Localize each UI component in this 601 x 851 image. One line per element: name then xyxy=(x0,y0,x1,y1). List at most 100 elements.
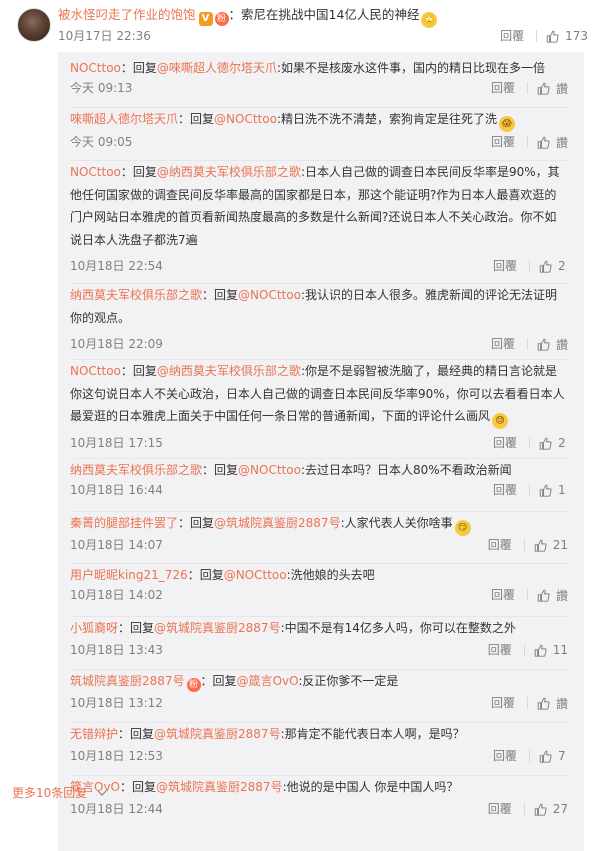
reply-username[interactable]: NOCttoo xyxy=(70,165,121,179)
thumbs-up-icon[interactable] xyxy=(539,484,552,497)
reply-time: 今天 09:13 xyxy=(70,81,133,95)
reply-button[interactable]: 回覆 xyxy=(488,642,512,658)
thumbs-up-icon[interactable] xyxy=(537,589,550,602)
reply-button[interactable]: 回覆 xyxy=(488,537,512,553)
reply-item: 用户昵昵king21_726：回复@NOCttoo:洗他娘的头去吧 10月18日 … xyxy=(70,564,568,617)
reply-button[interactable]: 回覆 xyxy=(491,80,515,96)
thumbs-up-icon[interactable] xyxy=(537,338,550,351)
like-count: 讚 xyxy=(555,588,568,603)
reply-mention[interactable]: @NOCttoo xyxy=(238,463,301,477)
reply-username[interactable]: 用户昵昵king21_726 xyxy=(70,568,188,582)
main-actions: 回覆 173 xyxy=(500,28,588,44)
reply-mention[interactable]: @筑城院真鉴厨2887号 xyxy=(214,516,341,530)
thumbs-up-icon[interactable] xyxy=(537,136,550,149)
like-count: 27 xyxy=(552,802,568,816)
like-count: 2 xyxy=(558,436,566,450)
verified-badge-icon: V xyxy=(198,12,213,26)
main-username[interactable]: 被水怪叼走了作业的饱饱 xyxy=(58,7,196,22)
reply-item: 无错辩护：回复@筑城院真鉴厨2887号:那肯定不能代表日本人啊，是吗？ 10月18… xyxy=(70,723,568,776)
reply-meta: 10月18日 13:12 回覆 讚 xyxy=(70,695,568,711)
reply-item: 唻嘶超人德尔塔天爪：回复@NOCttoo:精日洗不洗不清楚，索狗肯定是往死了洗 😱… xyxy=(70,108,568,161)
reply-button[interactable]: 回覆 xyxy=(491,336,515,352)
reply-username[interactable]: 唻嘶超人德尔塔天爪 xyxy=(70,112,178,126)
like-count: 11 xyxy=(552,643,568,657)
reply-meta: 10月18日 14:02 回覆 讚 xyxy=(70,587,568,603)
main-comment-line: 被水怪叼走了作业的饱饱 V 粉：索尼在挑战中国14亿人民的神经 🙄 xyxy=(58,6,438,28)
reply-prefix: ：回复 xyxy=(120,780,157,794)
reply-prefix: ：回复 xyxy=(187,568,224,582)
reply-username[interactable]: 筑城院真鉴厨2887号 xyxy=(70,674,185,688)
action-divider xyxy=(536,30,538,42)
reply-mention[interactable]: @唻嘶超人德尔塔天爪 xyxy=(157,61,277,75)
action-divider xyxy=(526,338,528,350)
reply-button[interactable]: 回覆 xyxy=(493,748,517,764)
reply-text: 无错辩护：回复@筑城院真鉴厨2887号:那肯定不能代表日本人啊，是吗？ xyxy=(70,723,568,746)
reply-button[interactable]: 回覆 xyxy=(493,258,517,274)
reply-username[interactable]: NOCttoo xyxy=(70,61,121,75)
reply-text: 纳西莫夫军校俱乐部之歌：回复@NOCttoo:去过日本吗？日本人80%不看政治新… xyxy=(70,459,568,482)
reply-content: :那肯定不能代表日本人啊，是吗？ xyxy=(280,727,465,741)
action-divider xyxy=(526,82,528,94)
reply-username[interactable]: 小狐裔呀 xyxy=(70,621,118,635)
reply-actions: 回覆 11 xyxy=(488,642,568,658)
reply-time: 10月18日 22:09 xyxy=(70,337,163,351)
reply-time: 10月18日 16:44 xyxy=(70,483,163,497)
reply-prefix: ：回复 xyxy=(202,288,239,302)
reply-username[interactable]: 无错辩护 xyxy=(70,727,118,741)
reply-mention[interactable]: @纳西莫夫军校俱乐部之歌 xyxy=(157,165,301,179)
reply-button[interactable]: 回覆 xyxy=(491,695,515,711)
reply-prefix: ：回复 xyxy=(178,516,215,530)
action-divider xyxy=(529,750,530,762)
action-divider xyxy=(523,539,525,551)
thumbs-up-icon[interactable] xyxy=(537,82,550,95)
reply-mention[interactable]: @纳西莫夫军校俱乐部之歌 xyxy=(157,364,301,378)
action-divider xyxy=(526,136,528,148)
reply-actions: 回覆 7 xyxy=(493,748,568,764)
reply-actions: 回覆 2 xyxy=(493,435,568,451)
reply-content: :他说的是中国人 你是中国人吗？ xyxy=(282,780,459,794)
like-count: 21 xyxy=(552,538,568,552)
thumbs-up-icon[interactable] xyxy=(534,539,547,552)
reply-actions: 回覆 27 xyxy=(488,801,568,817)
reply-username[interactable]: 纳西莫夫军校俱乐部之歌 xyxy=(70,288,202,302)
reply-actions: 回覆 2 xyxy=(493,258,568,274)
reply-content: :人家代表人关你啥事 xyxy=(340,516,453,530)
thumbs-up-icon[interactable] xyxy=(539,260,552,273)
thumbs-up-icon[interactable] xyxy=(539,437,552,450)
reply-text: 秦菁的腿部挂件罢了：回复@筑城院真鉴厨2887号:人家代表人关你啥事 😏 xyxy=(70,512,568,536)
reply-time: 10月18日 14:02 xyxy=(70,588,163,602)
thumbs-up-icon[interactable] xyxy=(546,30,559,43)
reply-prefix: ：回复 xyxy=(118,727,155,741)
reply-emoji-icon: 😓 xyxy=(492,413,509,429)
reply-mention[interactable]: @NOCttoo xyxy=(214,112,277,126)
reply-time: 今天 09:05 xyxy=(70,135,133,149)
thumbs-up-icon[interactable] xyxy=(534,644,547,657)
reply-actions: 回覆 讚 xyxy=(491,336,568,352)
reply-username[interactable]: NOCttoo xyxy=(70,364,121,378)
more-replies-link[interactable]: 更多10条回复 xyxy=(12,784,107,801)
thumbs-up-icon[interactable] xyxy=(534,803,547,816)
reply-username[interactable]: 纳西莫夫军校俱乐部之歌 xyxy=(70,463,202,477)
reply-mention[interactable]: @NOCttoo xyxy=(224,568,287,582)
reply-username[interactable]: 秦菁的腿部挂件罢了 xyxy=(70,516,178,530)
reply-button[interactable]: 回覆 xyxy=(493,435,517,451)
main-emoji-icon: 🙄 xyxy=(421,12,438,28)
reply-mention[interactable]: @箴言OvO xyxy=(237,674,299,688)
action-divider xyxy=(523,644,525,656)
reply-item: 纳西莫夫军校俱乐部之歌：回复@NOCttoo:去过日本吗？日本人80%不看政治新… xyxy=(70,459,568,512)
reply-button[interactable]: 回覆 xyxy=(500,28,524,44)
reply-mention[interactable]: @NOCttoo xyxy=(238,288,301,302)
reply-button[interactable]: 回覆 xyxy=(491,587,515,603)
reply-button[interactable]: 回覆 xyxy=(491,134,515,150)
reply-mention[interactable]: @筑城院真鉴厨2887号 xyxy=(154,621,281,635)
reply-mention[interactable]: @筑城院真鉴厨2887号 xyxy=(156,780,283,794)
reply-content: :反正你爹不一定是 xyxy=(298,674,399,688)
thumbs-up-icon[interactable] xyxy=(537,697,550,710)
reply-button[interactable]: 回覆 xyxy=(488,801,512,817)
thumbs-up-icon[interactable] xyxy=(539,750,552,763)
reply-item: 筑城院真鉴厨2887号粉：回复@箴言OvO:反正你爹不一定是 10月18日 13:… xyxy=(70,670,568,723)
avatar[interactable] xyxy=(17,8,51,42)
reply-button[interactable]: 回覆 xyxy=(493,482,517,498)
reply-mention[interactable]: @筑城院真鉴厨2887号 xyxy=(154,727,281,741)
reply-actions: 回覆 讚 xyxy=(491,695,568,711)
